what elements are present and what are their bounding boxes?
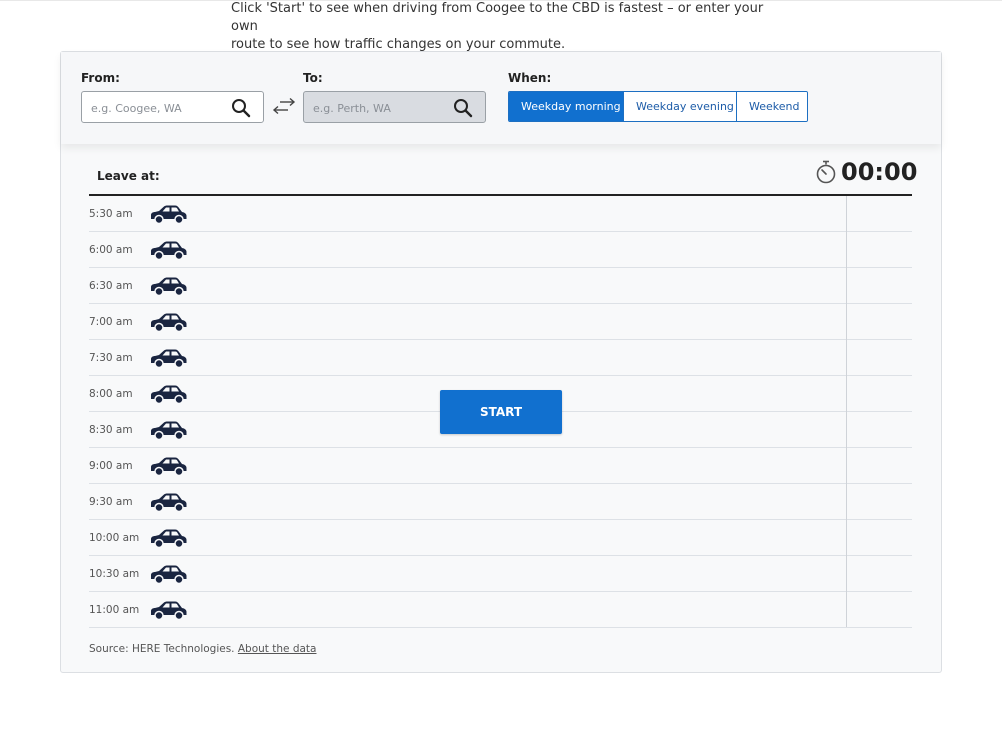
car-icon xyxy=(151,493,187,512)
car-icon xyxy=(151,421,187,440)
car-icon xyxy=(151,277,187,296)
departure-time: 6:30 am xyxy=(89,280,133,292)
departure-time: 7:30 am xyxy=(89,352,133,364)
to-label: To: xyxy=(303,71,323,85)
commute-widget: From: To: When: Weekday morning Week xyxy=(60,51,942,673)
departure-time: 11:00 am xyxy=(89,604,140,616)
departure-time: 10:30 am xyxy=(89,568,140,580)
intro-line-1: Click 'Start' to see when driving from C… xyxy=(231,1,764,34)
from-label: From: xyxy=(81,71,120,85)
intro-text: Click 'Start' to see when driving from C… xyxy=(231,0,791,54)
car-icon xyxy=(151,601,187,620)
car-icon xyxy=(151,313,187,332)
table-row: 10:30 am xyxy=(89,556,912,592)
departure-time: 8:30 am xyxy=(89,424,133,436)
table-row: 6:30 am xyxy=(89,268,912,304)
leave-at-label: Leave at: xyxy=(97,169,160,183)
table-row: 10:00 am xyxy=(89,520,912,556)
table-row: 5:30 am xyxy=(89,196,912,232)
when-weekday-morning-button[interactable]: Weekday morning xyxy=(509,92,624,121)
when-selector: Weekday morning Weekday evening Weekend xyxy=(508,91,808,122)
car-icon xyxy=(151,385,187,404)
finish-line xyxy=(846,196,847,627)
departure-time: 8:00 am xyxy=(89,388,133,400)
from-input[interactable] xyxy=(91,99,231,117)
search-icon[interactable] xyxy=(231,98,251,118)
car-icon xyxy=(151,349,187,368)
when-weekday-evening-button[interactable]: Weekday evening xyxy=(624,92,737,121)
departure-time: 9:00 am xyxy=(89,460,133,472)
timer-value: 00:00 xyxy=(841,158,918,186)
when-label: When: xyxy=(508,71,552,85)
car-icon xyxy=(151,565,187,584)
when-weekend-button[interactable]: Weekend xyxy=(737,92,807,121)
table-row: 6:00 am xyxy=(89,232,912,268)
search-icon[interactable] xyxy=(453,98,473,118)
table-row: 11:00 am xyxy=(89,592,912,628)
to-field[interactable] xyxy=(303,91,486,123)
car-icon xyxy=(151,457,187,476)
to-input[interactable] xyxy=(313,99,453,117)
car-icon xyxy=(151,241,187,260)
table-row: 7:00 am xyxy=(89,304,912,340)
stopwatch-icon xyxy=(816,160,836,184)
departure-time: 6:00 am xyxy=(89,244,133,256)
table-row: 9:00 am xyxy=(89,448,912,484)
start-button[interactable]: START xyxy=(440,390,562,434)
swap-arrows-icon[interactable] xyxy=(272,97,296,115)
departure-time: 5:30 am xyxy=(89,208,133,220)
source-note: Source: HERE Technologies. About the dat… xyxy=(89,643,316,655)
timer: 00:00 xyxy=(815,158,917,186)
route-controls: From: To: When: Weekday morning Week xyxy=(61,52,941,144)
source-text: Source: HERE Technologies. xyxy=(89,643,235,655)
car-icon xyxy=(151,529,187,548)
departure-time: 10:00 am xyxy=(89,532,140,544)
from-field[interactable] xyxy=(81,91,264,123)
table-row: 7:30 am xyxy=(89,340,912,376)
departure-time: 9:30 am xyxy=(89,496,133,508)
departure-time: 7:00 am xyxy=(89,316,133,328)
car-icon xyxy=(151,205,187,224)
table-row: 9:30 am xyxy=(89,484,912,520)
about-data-link[interactable]: About the data xyxy=(238,643,317,655)
